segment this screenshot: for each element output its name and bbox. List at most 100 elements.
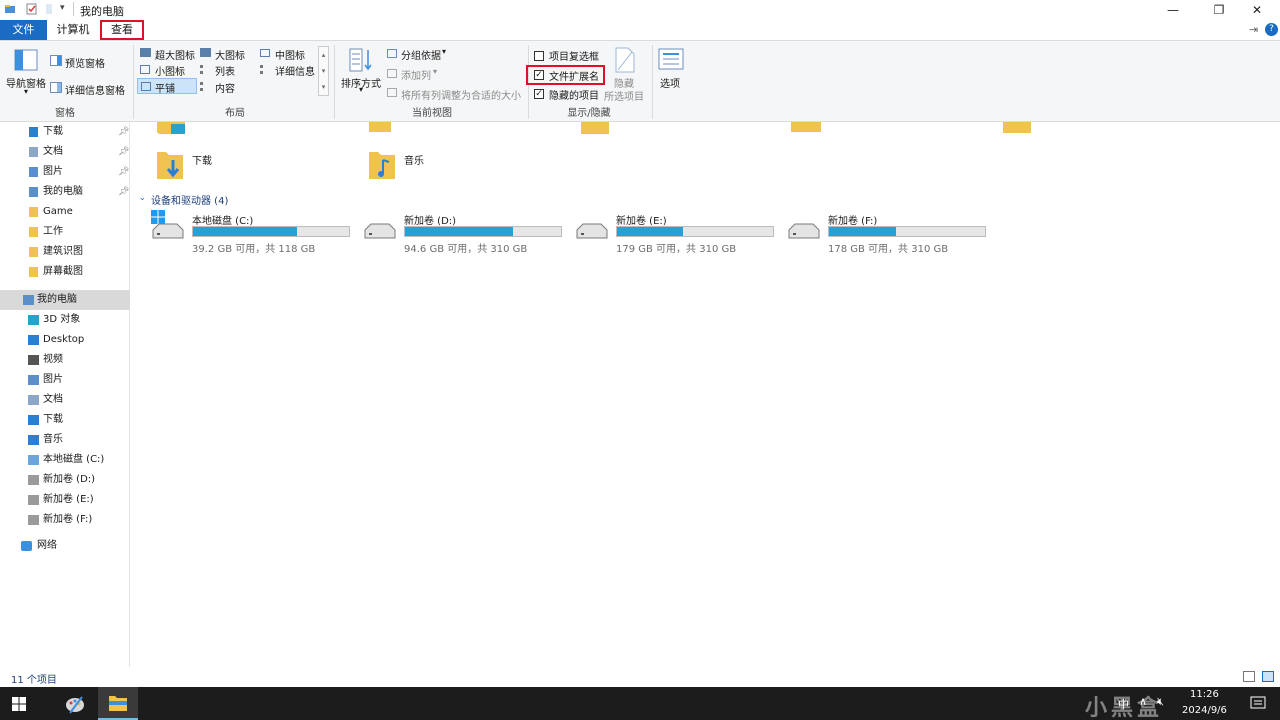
file-extensions-label[interactable]: 文件扩展名 — [549, 68, 599, 83]
clock-time[interactable]: 11:26 — [1190, 689, 1219, 700]
sidebar-item-quick-access[interactable]: 下载 📌︎ — [0, 122, 130, 142]
notification-icon[interactable] — [1250, 695, 1266, 711]
network-icon — [21, 541, 32, 551]
folder-tile-downloads[interactable]: 下载 — [151, 144, 361, 188]
item-checkboxes-checkbox[interactable] — [534, 51, 544, 61]
drive-tile[interactable]: 新加卷 (D:) 94.6 GB 可用，共 310 GB — [361, 210, 566, 255]
paint-app-icon[interactable] — [64, 693, 86, 715]
folder-tile-music[interactable]: 音乐 — [363, 144, 573, 188]
downloads-folder-icon — [157, 152, 183, 179]
desktop-icon — [28, 335, 39, 345]
music-icon — [28, 435, 39, 445]
sidebar-item-this-pc-child[interactable]: 新加卷 (F:) — [0, 510, 130, 530]
large-icons-option[interactable]: 大图标 — [215, 47, 245, 62]
tab-file[interactable]: 文件 — [0, 20, 47, 40]
pin-ribbon-icon[interactable]: ⇥ — [1249, 23, 1258, 36]
devices-section-header[interactable]: 设备和驱动器 (4) — [151, 192, 228, 207]
chevron-down-icon[interactable]: ⌄ — [139, 193, 146, 202]
small-icons-option[interactable]: 小图标 — [155, 63, 185, 78]
sidebar-item-quick-access[interactable]: 建筑识图 — [0, 242, 130, 262]
group-by-button[interactable]: 分组依据 — [401, 47, 441, 62]
drive-usage-fill — [405, 227, 514, 236]
close-button[interactable]: ✕ — [1234, 0, 1280, 20]
file-list: 下载 音乐 ⌄ 设备和驱动器 (4) 本地磁盘 (C:) 39.2 GB 可用，共… — [131, 122, 1280, 667]
drive-icon — [28, 515, 39, 525]
sidebar-item-label: 新加卷 (F:) — [43, 514, 93, 525]
sidebar-item-quick-access[interactable]: 图片 📌︎ — [0, 162, 130, 182]
sidebar-item-network[interactable]: 网络 — [0, 536, 130, 556]
hidden-items-checkbox[interactable]: ✓ — [534, 89, 544, 99]
file-extensions-checkbox[interactable]: ✓ — [534, 70, 544, 80]
sidebar-item-label: 图片 — [43, 166, 63, 177]
content-option[interactable]: 内容 — [215, 80, 235, 95]
new-folder-icon[interactable] — [44, 3, 56, 15]
small-icons-icon — [140, 65, 150, 74]
3d-objects-icon — [28, 315, 39, 325]
ime-indicator[interactable]: 中 — [1118, 696, 1129, 712]
details-view-icon[interactable] — [1243, 671, 1255, 682]
item-checkboxes-label[interactable]: 项目复选框 — [549, 48, 599, 63]
drive-free-space: 179 GB 可用，共 310 GB — [616, 244, 737, 255]
windows-start-icon[interactable] — [12, 697, 26, 711]
drive-tile[interactable]: 新加卷 (F:) 178 GB 可用，共 310 GB — [785, 210, 990, 255]
sidebar-item-label: 我的电脑 — [43, 186, 83, 197]
details-pane-button[interactable]: 详细信息窗格 — [65, 82, 125, 97]
sidebar-item-quick-access[interactable]: 文档 📌︎ — [0, 142, 130, 162]
tab-computer[interactable]: 计算机 — [50, 20, 96, 40]
sidebar-item-this-pc-child[interactable]: 新加卷 (E:) — [0, 490, 130, 510]
large-icons-view-icon[interactable] — [1262, 671, 1274, 682]
status-bar: 11 个项目 — [0, 667, 1280, 687]
customize-quick-access-icon[interactable]: ▾ — [60, 3, 65, 13]
sidebar-item-this-pc-child[interactable]: 文档 — [0, 390, 130, 410]
list-icon — [200, 65, 210, 74]
properties-icon[interactable] — [26, 3, 38, 15]
clock-date[interactable]: 2024/9/6 — [1182, 705, 1227, 716]
options-button[interactable]: 选项 — [660, 75, 680, 90]
drive-usage-fill — [829, 227, 896, 236]
sidebar-item-this-pc-child[interactable]: 新加卷 (D:) — [0, 470, 130, 490]
tiles-option[interactable]: 平铺 — [155, 80, 175, 95]
chevron-up-icon[interactable]: ∧ — [1139, 695, 1147, 708]
sidebar-item-this-pc-child[interactable]: 视频 — [0, 350, 130, 370]
drive-name: 新加卷 (D:) — [404, 216, 457, 227]
windows-drive-icon — [151, 210, 185, 240]
group-separator — [133, 45, 134, 119]
sidebar-item-this-pc[interactable]: 我的电脑 — [0, 290, 130, 310]
sidebar-item-quick-access[interactable]: Game — [0, 202, 130, 222]
group-separator — [334, 45, 335, 119]
speaker-muted-icon[interactable]: 🔇︎ — [1157, 695, 1164, 709]
sidebar-item-label: 下载 — [43, 126, 63, 137]
sidebar-item-this-pc-child[interactable]: 3D 对象 — [0, 310, 130, 330]
extra-large-icons-option[interactable]: 超大图标 — [155, 47, 195, 62]
sidebar-item-this-pc-child[interactable]: Desktop — [0, 330, 130, 350]
sidebar-item-this-pc-child[interactable]: 图片 — [0, 370, 130, 390]
sidebar-item-quick-access[interactable]: 屏幕截图 — [0, 262, 130, 282]
navigation-pane: 下载 📌︎ 文档 📌︎ 图片 📌︎ 我的电脑 📌︎ Game 工作 建筑识图 屏幕截图 我的电脑 3D… — [0, 122, 130, 667]
layout-scroll[interactable]: ▴ ▾ ▾ — [318, 46, 329, 96]
sidebar-item-this-pc-child[interactable]: 音乐 — [0, 430, 130, 450]
explorer-icon — [5, 5, 15, 13]
sidebar-item-quick-access[interactable]: 我的电脑 📌︎ — [0, 182, 130, 202]
tiles-icon — [141, 82, 151, 91]
pin-icon[interactable]: 📌︎ — [118, 182, 129, 202]
preview-pane-button[interactable]: 预览窗格 — [65, 55, 105, 70]
help-icon[interactable]: ? — [1265, 23, 1278, 36]
minimize-button[interactable]: — — [1150, 0, 1196, 20]
details-option[interactable]: 详细信息 — [275, 63, 315, 78]
drive-usage-bar — [616, 226, 774, 237]
sort-by-icon — [349, 48, 372, 72]
sidebar-item-this-pc-child[interactable]: 下载 — [0, 410, 130, 430]
list-option[interactable]: 列表 — [215, 63, 235, 78]
pin-icon[interactable]: 📌︎ — [118, 122, 129, 142]
drive-tile[interactable]: 新加卷 (E:) 179 GB 可用，共 310 GB — [573, 210, 778, 255]
pin-icon[interactable]: 📌︎ — [118, 162, 129, 182]
pin-icon[interactable]: 📌︎ — [118, 142, 129, 162]
file-explorer-taskbar-button[interactable] — [98, 687, 138, 720]
sidebar-item-this-pc-child[interactable]: 本地磁盘 (C:) — [0, 450, 130, 470]
title-bar: ▾ 我的电脑 — ❐ ✕ — [0, 0, 1280, 20]
hidden-items-label[interactable]: 隐藏的项目 — [549, 87, 599, 102]
drive-tile[interactable]: 本地磁盘 (C:) 39.2 GB 可用，共 118 GB — [149, 210, 354, 255]
medium-icons-option[interactable]: 中图标 — [275, 47, 305, 62]
tab-view[interactable]: 查看 — [100, 20, 144, 40]
sidebar-item-quick-access[interactable]: 工作 — [0, 222, 130, 242]
